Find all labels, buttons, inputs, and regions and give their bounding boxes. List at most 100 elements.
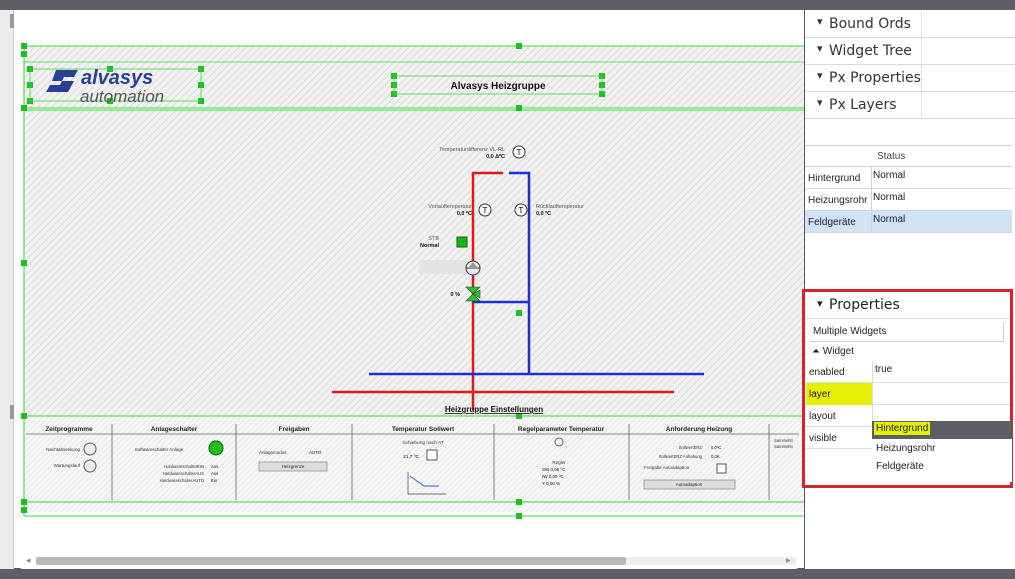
hw-auto-label: HardwareschalterAUTO xyxy=(160,478,205,483)
wartungslauf-label: Wartungslauf xyxy=(54,463,81,468)
properties-header[interactable]: ▾ Properties xyxy=(805,292,1010,319)
properties-panel: ▾ Properties Multiple Widgets ⏶ Widget e… xyxy=(802,289,1013,488)
sollwert-erz-value: 0,0ºC xyxy=(711,445,721,450)
section-freigaben: Freigaben xyxy=(278,426,309,433)
left-gutter xyxy=(0,10,14,569)
column-divider xyxy=(871,189,872,211)
scroll-left-icon[interactable]: ◂ xyxy=(26,555,31,566)
widget-tree-header[interactable]: ▾ Widget Tree xyxy=(805,38,1015,65)
layer-name: Feldgeräte xyxy=(808,217,856,228)
layer-option[interactable]: Heizungsrohr xyxy=(872,440,1012,458)
scroll-right-icon[interactable]: ▸ xyxy=(786,555,791,566)
anlage-label: Softwareschalter Anlage xyxy=(135,447,184,452)
collapse-toggle-icon[interactable]: ▾ xyxy=(817,297,823,310)
section-regelparameter: Regelparameter Temperatur xyxy=(518,426,605,433)
bound-ords-header[interactable]: ▾ Bound Ords xyxy=(805,11,1015,38)
sollwert-value: 21,7 ºC xyxy=(403,454,419,460)
vorlauf-value: 0,0 ºC xyxy=(457,211,472,217)
regler-label: Regler xyxy=(552,460,566,465)
svg-text:T: T xyxy=(483,206,488,215)
property-key: visible xyxy=(809,433,837,444)
hw-ein-label: HardwareschalterEIN xyxy=(164,464,204,469)
sollwert-anh-value: 0,0K xyxy=(711,454,720,459)
horizontal-scrollbar[interactable]: ◂ ▸ xyxy=(14,554,804,568)
layer-row[interactable]: Hintergrund Normal xyxy=(805,167,1012,189)
layer-option-label: Hintergrund xyxy=(874,422,931,435)
layer-status: Normal xyxy=(873,214,906,225)
property-value[interactable]: true xyxy=(875,364,892,375)
section-anforderung-heizung: Anforderung Heizung xyxy=(666,426,732,433)
property-key: layer xyxy=(809,389,831,400)
pump-icon[interactable] xyxy=(465,260,481,276)
svg-text:T: T xyxy=(517,148,522,157)
top-bar xyxy=(0,0,1015,10)
anlagemodus-value: AUTO xyxy=(309,450,322,455)
clock-icon[interactable] xyxy=(83,459,97,473)
clock-icon[interactable] xyxy=(83,442,97,456)
y-value: Y 0,00 % xyxy=(542,481,560,486)
status-column-header[interactable]: Status xyxy=(877,151,905,162)
stb-value: Normal xyxy=(420,243,439,249)
heizgrenze-label: Heizgrenze xyxy=(282,464,305,469)
collapse-toggle-icon[interactable]: ▾ xyxy=(817,96,823,109)
hw-auto-value: Ein xyxy=(211,478,218,483)
section-zeitprogramme: Zeitprogramme xyxy=(45,426,93,433)
bottom-bar xyxy=(0,569,1015,579)
scroll-thumb[interactable] xyxy=(36,557,626,565)
vorlauf-label: Vorlauftemperatur xyxy=(428,204,472,210)
header-divider xyxy=(921,38,922,65)
svg-text:T: T xyxy=(519,206,524,215)
px-layers-label: Px Layers xyxy=(829,97,897,113)
stb-label: STB xyxy=(428,236,439,242)
section-temperatur-sollwert: Temperatur Sollwert xyxy=(392,426,455,433)
collapse-toggle-icon[interactable]: ▾ xyxy=(817,15,823,28)
layer-option-label: Heizungsrohr xyxy=(876,443,936,454)
autoadaption-label: Autoadaption xyxy=(676,482,703,487)
property-row-enabled[interactable]: enabled true xyxy=(805,361,1010,383)
nachtabsenkung-label: Nachtabsenkung xyxy=(46,447,80,452)
header-divider xyxy=(921,92,922,119)
multiple-widgets-selector[interactable]: Multiple Widgets xyxy=(810,322,1004,342)
layer-option[interactable]: Feldgeräte xyxy=(872,458,1012,476)
pump-field xyxy=(419,260,469,274)
layer-dropdown[interactable]: Hintergrund Heizungsrohr Feldgeräte xyxy=(872,421,1012,482)
collapse-toggle-icon[interactable]: ▾ xyxy=(817,69,823,82)
page-title: Alvasys Heizgruppe xyxy=(450,81,545,92)
layer-option-selected[interactable]: Hintergrund xyxy=(872,421,1012,439)
hw-aus-value: Aus xyxy=(211,471,218,476)
property-key: layout xyxy=(809,411,836,422)
ruecklauf-label: Rücklauftemperatur xyxy=(536,204,584,210)
stb-status-indicator[interactable] xyxy=(456,236,468,248)
anlage-switch-indicator[interactable] xyxy=(208,440,224,456)
widget-group-label: Widget xyxy=(822,346,854,357)
hw-aus-label: HardwareschalterAUS xyxy=(163,471,205,476)
property-row-layer[interactable]: layer xyxy=(805,383,1010,405)
px-layers-header[interactable]: ▾ Px Layers xyxy=(805,92,1015,119)
layer-option-label: Feldgeräte xyxy=(876,461,924,472)
layer-row-selected[interactable]: Feldgeräte Normal xyxy=(805,211,1012,233)
bound-ords-label: Bound Ords xyxy=(829,16,911,32)
px-drawing[interactable]: alvasys automation Alvasys Heizgruppe T … xyxy=(14,10,804,569)
logo-sub: automation xyxy=(80,87,164,106)
sammel-label: Sammelst xyxy=(774,438,793,443)
temp-diff-label: Temperaturdifferenz VL-RL xyxy=(439,147,505,153)
layer-row[interactable]: Heizungsrohr Normal xyxy=(805,189,1012,211)
collapse-toggle-icon[interactable]: ▾ xyxy=(817,42,823,55)
px-editor-canvas[interactable]: alvasys automation Alvasys Heizgruppe T … xyxy=(14,10,804,569)
iw-value: IW 0,00 ºC xyxy=(542,474,564,479)
property-key: enabled xyxy=(809,367,845,378)
header-divider xyxy=(921,65,922,92)
freigabe-auto-checkbox[interactable] xyxy=(716,463,727,474)
settings-title: Heizgruppe Einstellungen xyxy=(445,405,543,414)
px-properties-header[interactable]: ▾ Px Properties xyxy=(805,65,1015,92)
valve-value: 0 % xyxy=(451,292,461,298)
section-anlageschalter: Anlageschalter xyxy=(151,426,198,433)
layers-table: Status Hintergrund Normal Heizungsrohr N… xyxy=(805,145,1012,233)
widget-group[interactable]: ⏶ Widget xyxy=(812,346,854,357)
freigabe-auto-label: Freigabe Autoadaption xyxy=(644,465,690,470)
sollwert-input[interactable] xyxy=(426,449,438,461)
sollwert-anh-label: SollwertERZ Anhebung xyxy=(659,454,703,459)
collapse-up-icon[interactable]: ⏶ xyxy=(812,346,820,357)
layer-name: Heizungsrohr xyxy=(808,195,868,206)
schiebung-label: Schiebung nach AT xyxy=(402,440,443,446)
